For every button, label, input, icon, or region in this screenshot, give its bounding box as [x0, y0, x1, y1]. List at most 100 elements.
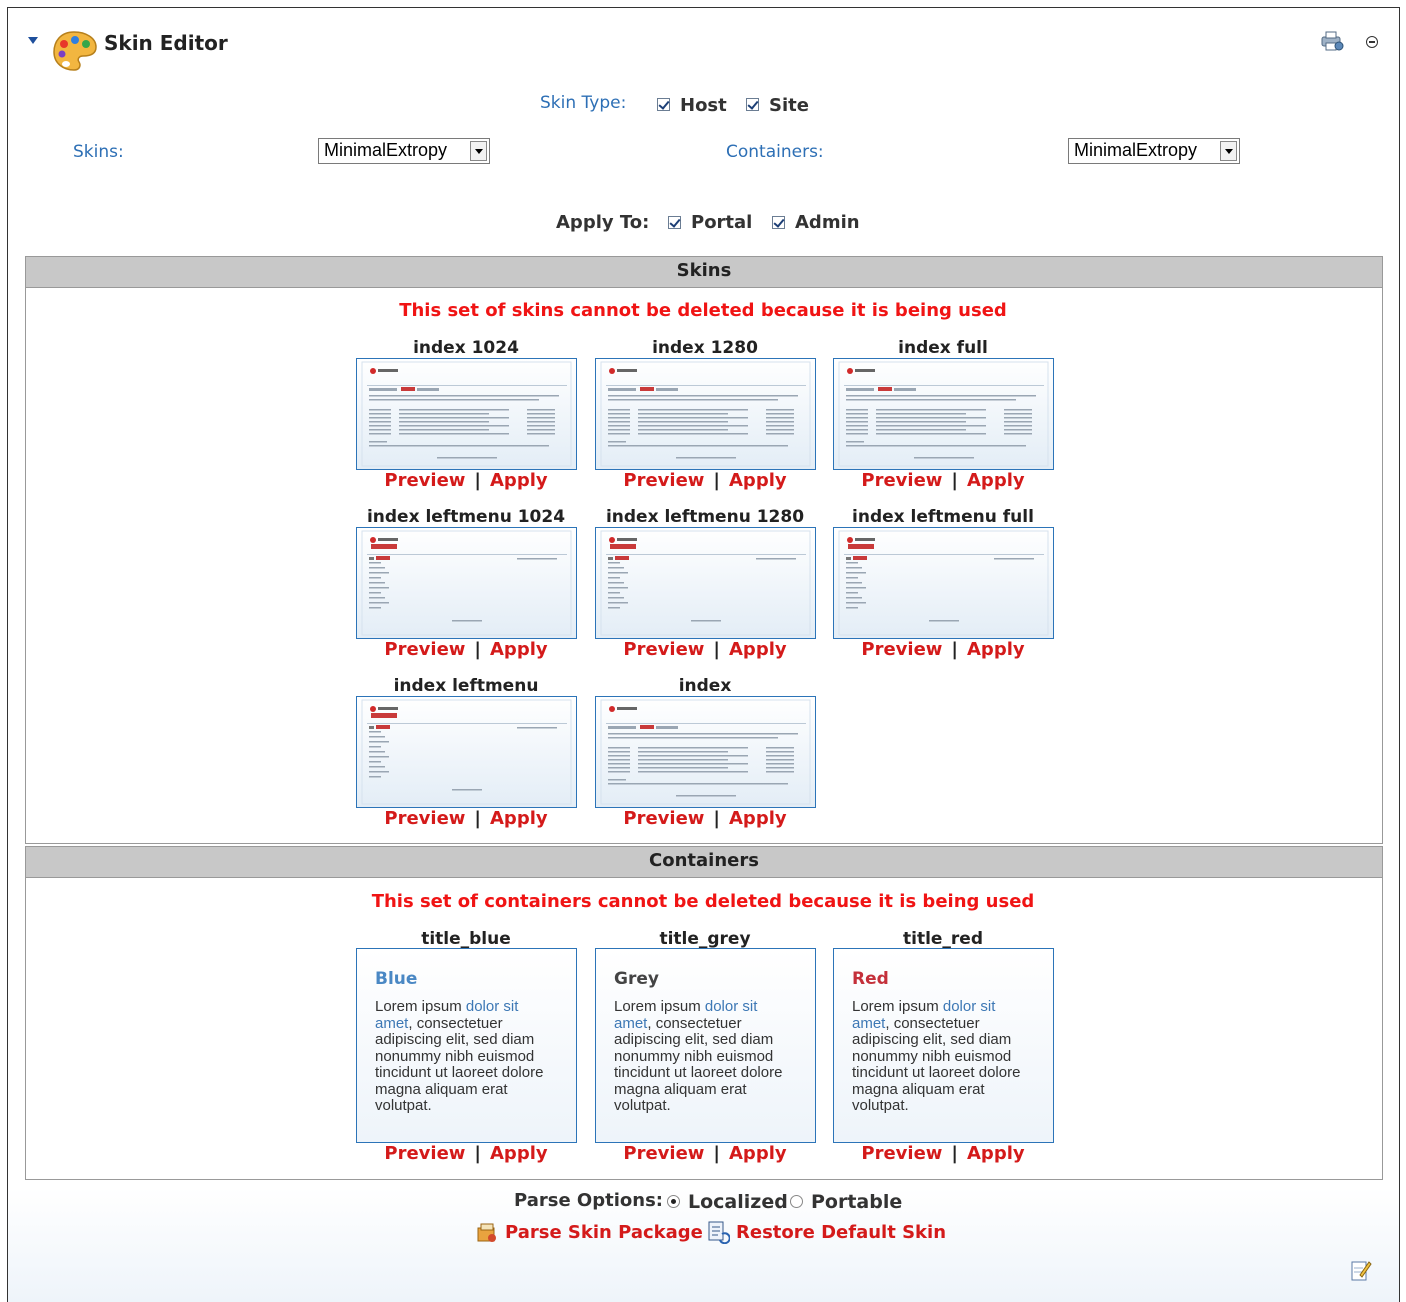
container-preview: Red Lorem ipsum dolor sit amet, consectet…: [833, 948, 1054, 1143]
apply-link[interactable]: Apply: [490, 639, 548, 660]
host-label: Host: [680, 95, 727, 116]
separator: |: [951, 1143, 958, 1164]
restore-icon[interactable]: [706, 1220, 730, 1244]
sample-text-start: Lorem ipsum: [614, 998, 705, 1015]
portable-radio[interactable]: [790, 1192, 803, 1211]
preview-link[interactable]: Preview: [623, 1143, 704, 1164]
preview-link[interactable]: Preview: [384, 639, 465, 660]
apply-to-label: Apply To:: [556, 212, 650, 233]
skins-label: Skins:: [73, 142, 124, 162]
preview-link[interactable]: Preview: [623, 639, 704, 660]
separator: |: [951, 639, 958, 660]
chevron-down-icon[interactable]: [470, 141, 487, 161]
apply-link[interactable]: Apply: [729, 808, 787, 829]
skin-thumbnail-image: [834, 528, 1053, 638]
preview-link[interactable]: Preview: [623, 808, 704, 829]
apply-link[interactable]: Apply: [967, 1143, 1025, 1164]
host-checkbox[interactable]: [657, 95, 670, 114]
separator: |: [474, 470, 481, 491]
containers-section-header: Containers: [26, 847, 1382, 878]
apply-link[interactable]: Apply: [967, 639, 1025, 660]
container-name: title_blue: [421, 929, 511, 949]
preview-link[interactable]: Preview: [861, 639, 942, 660]
apply-link[interactable]: Apply: [490, 1143, 548, 1164]
containers-label: Containers:: [726, 142, 824, 162]
portal-checkbox[interactable]: [668, 213, 681, 232]
apply-link[interactable]: Apply: [729, 639, 787, 660]
apply-link[interactable]: Apply: [729, 1143, 787, 1164]
minimize-icon[interactable]: [1366, 36, 1378, 48]
palette-icon: [53, 31, 97, 71]
skins-select-value: MinimalExtropy: [324, 140, 448, 160]
page-title: Skin Editor: [104, 31, 228, 55]
container-preview: Blue Lorem ipsum dolor sit amet, consecte…: [356, 948, 577, 1143]
skin-name: index leftmenu full: [852, 507, 1034, 527]
preview-link[interactable]: Preview: [384, 808, 465, 829]
preview-link[interactable]: Preview: [384, 1143, 465, 1164]
portable-label: Portable: [811, 1191, 903, 1213]
skins-warning: This set of skins cannot be deleted beca…: [399, 300, 1007, 321]
container-actions: Preview | Apply: [823, 1143, 1063, 1164]
separator: |: [713, 470, 720, 491]
container-sample-text: Lorem ipsum dolor sit amet, consectetuer…: [852, 998, 1035, 1115]
apply-link[interactable]: Apply: [729, 470, 787, 491]
separator: |: [951, 470, 958, 491]
skin-actions: Preview | Apply: [823, 639, 1063, 660]
skin-type-label: Skin Type:: [540, 93, 627, 113]
apply-link[interactable]: Apply: [490, 470, 548, 491]
skin-thumbnail: [356, 358, 577, 470]
skin-name: index 1024: [413, 338, 519, 358]
separator: |: [474, 1143, 481, 1164]
skin-thumbnail: [356, 527, 577, 639]
admin-checkbox[interactable]: [772, 213, 785, 232]
skin-name: index full: [898, 338, 988, 358]
skin-actions: Preview | Apply: [346, 808, 586, 829]
package-icon[interactable]: [476, 1222, 498, 1244]
preview-link[interactable]: Preview: [384, 470, 465, 491]
skin-thumbnail: [595, 358, 816, 470]
container-actions: Preview | Apply: [346, 1143, 586, 1164]
site-checkbox[interactable]: [746, 95, 759, 114]
container-name: title_grey: [659, 929, 751, 949]
parse-skin-package-link[interactable]: Parse Skin Package: [505, 1222, 703, 1243]
separator: |: [713, 808, 720, 829]
site-label: Site: [769, 95, 809, 116]
print-icon[interactable]: [1319, 30, 1345, 52]
container-actions: Preview | Apply: [585, 1143, 825, 1164]
apply-link[interactable]: Apply: [967, 470, 1025, 491]
admin-label: Admin: [795, 212, 860, 233]
preview-link[interactable]: Preview: [861, 1143, 942, 1164]
skin-name: index leftmenu 1280: [605, 507, 805, 527]
container-sample-text: Lorem ipsum dolor sit amet, consectetuer…: [375, 998, 558, 1115]
skin-name: index leftmenu: [393, 676, 539, 696]
separator: |: [474, 639, 481, 660]
skin-thumbnail-image: [357, 528, 576, 638]
localized-radio[interactable]: [667, 1192, 680, 1211]
edit-icon[interactable]: [1350, 1258, 1372, 1282]
skins-select[interactable]: MinimalExtropy: [318, 138, 490, 164]
skin-thumbnail-image: [596, 359, 815, 469]
skin-actions: Preview | Apply: [585, 470, 825, 491]
collapse-arrow-icon[interactable]: [28, 37, 38, 44]
separator: |: [474, 808, 481, 829]
skin-thumbnail-image: [596, 528, 815, 638]
preview-link[interactable]: Preview: [861, 470, 942, 491]
skin-actions: Preview | Apply: [823, 470, 1063, 491]
preview-link[interactable]: Preview: [623, 470, 704, 491]
portal-label: Portal: [691, 212, 753, 233]
skin-thumbnail: [595, 527, 816, 639]
skins-section-header: Skins: [26, 257, 1382, 288]
skin-actions: Preview | Apply: [346, 639, 586, 660]
container-name: title_red: [902, 929, 984, 949]
containers-select[interactable]: MinimalExtropy: [1068, 138, 1240, 164]
skin-thumbnail-image: [834, 359, 1053, 469]
chevron-down-icon[interactable]: [1220, 141, 1237, 161]
apply-link[interactable]: Apply: [490, 808, 548, 829]
skin-thumbnail-image: [357, 697, 576, 807]
skin-thumbnail: [595, 696, 816, 808]
skin-thumbnail: [356, 696, 577, 808]
container-preview: Grey Lorem ipsum dolor sit amet, consecte…: [595, 948, 816, 1143]
skin-name: index: [678, 676, 732, 696]
container-heading: Grey: [614, 969, 659, 989]
restore-default-skin-link[interactable]: Restore Default Skin: [736, 1222, 946, 1243]
